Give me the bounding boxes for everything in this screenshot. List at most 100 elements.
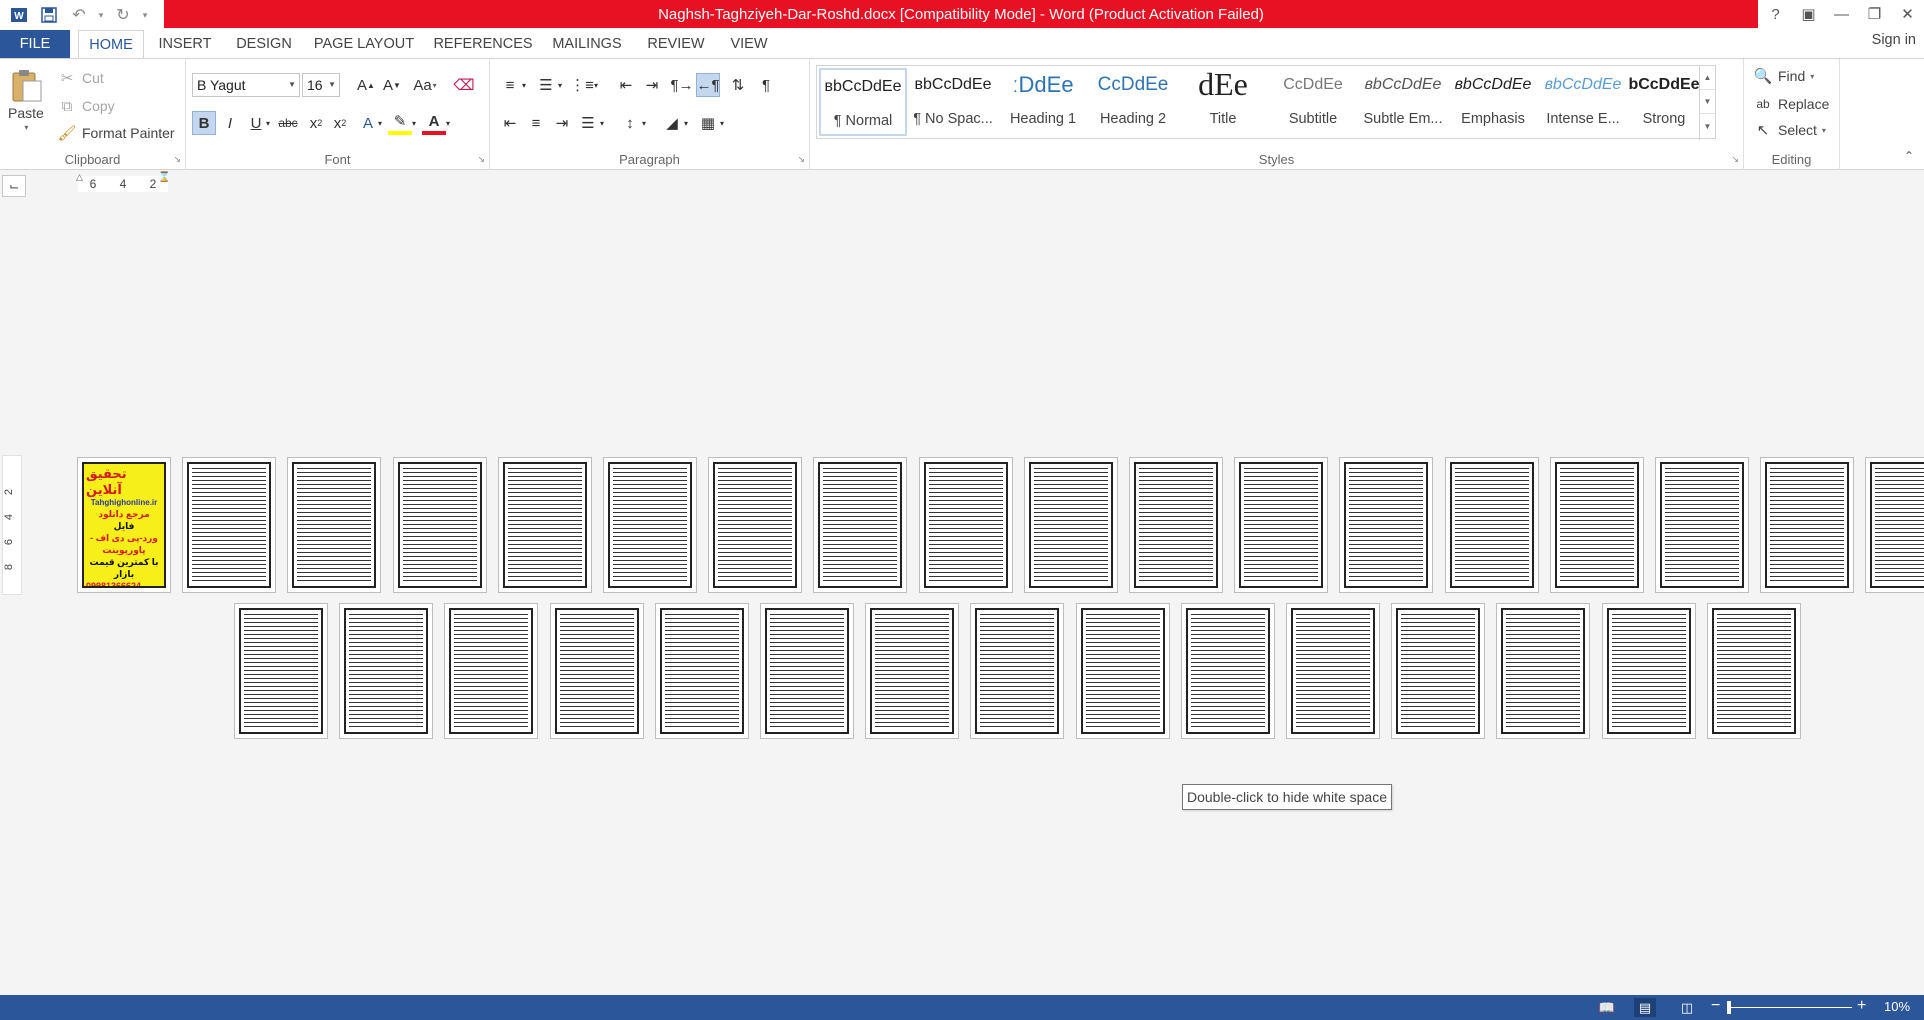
page-thumbnail[interactable] [1391,603,1485,739]
collapse-ribbon-icon[interactable]: ⌃ [1904,149,1914,163]
tab-insert[interactable]: INSERT [152,30,218,58]
font-name-combo[interactable]: B Yagut ▼ [192,73,300,97]
style-strong[interactable]: bCcDdEe Strong [1627,68,1701,136]
change-case-button[interactable]: Aa ▾ [408,73,442,97]
style-subtitle[interactable]: CcDdEe Subtitle [1269,68,1357,136]
web-layout-icon[interactable]: ◫ [1676,998,1698,1017]
strikethrough-button[interactable]: abc [276,111,300,135]
page-thumbnail[interactable] [813,457,907,593]
font-color-dropdown-icon[interactable]: ▾ [442,111,454,135]
replace-button[interactable]: ab Replace [1752,93,1829,115]
zoom-out-icon[interactable]: − [1711,997,1720,1015]
page-thumbnail[interactable] [1602,603,1696,739]
format-painter-button[interactable]: 🖌 Format Painter [56,122,174,144]
style-heading-2[interactable]: CcDdEe Heading 2 [1089,68,1177,136]
paste-button[interactable]: Paste ▾ [8,67,44,132]
justify-dropdown-icon[interactable]: ▾ [596,111,608,135]
sign-in-link[interactable]: Sign in [1872,32,1916,48]
document-area[interactable]: تحقیق آنلاین Tahghighonline.ir مرجع دانل… [0,200,1924,995]
numbering-dropdown-icon[interactable]: ▾ [554,73,566,97]
tab-references[interactable]: REFERENCES [428,30,538,58]
page-thumbnail[interactable] [1129,457,1223,593]
style-normal[interactable]: вbCcDdEe ¶ Normal [819,68,907,136]
help-icon[interactable]: ? [1759,0,1792,28]
page-thumbnail[interactable] [1655,457,1749,593]
tab-page-layout[interactable]: PAGE LAYOUT [308,30,420,58]
cut-button[interactable]: ✂ Cut [56,67,104,89]
align-left-icon[interactable]: ⇤ [498,111,522,135]
minimize-icon[interactable]: — [1825,0,1858,28]
shrink-font-icon[interactable]: A ▼ [380,73,404,97]
tab-review[interactable]: REVIEW [638,30,714,58]
ltr-icon[interactable]: ¶→ [670,73,694,97]
rtl-icon[interactable]: ←¶ [696,73,720,97]
zoom-level[interactable]: 10% [1884,999,1910,1014]
page-thumbnail[interactable] [655,603,749,739]
page-thumbnail[interactable] [550,603,644,739]
page-thumbnail[interactable] [1707,603,1801,739]
shading-dropdown-icon[interactable]: ▾ [680,111,692,135]
page-thumbnail[interactable] [182,457,276,593]
bullets-dropdown-icon[interactable]: ▾ [518,73,530,97]
page-thumbnail[interactable] [1550,457,1644,593]
ruler-scale[interactable]: 6 4 2 [78,176,168,192]
page-thumbnail[interactable] [1286,603,1380,739]
paste-dropdown-icon[interactable]: ▾ [24,123,28,132]
bold-button[interactable]: B [192,111,216,135]
page-thumbnail[interactable] [1496,603,1590,739]
styles-launcher-icon[interactable]: ↘ [1731,154,1739,165]
style-title[interactable]: dEe Title [1179,66,1267,136]
zoom-slider[interactable] [1730,1007,1852,1008]
multilevel-dropdown-icon[interactable]: ▾ [590,73,602,97]
page-thumbnail[interactable] [1445,457,1539,593]
page-thumbnail-cover[interactable]: تحقیق آنلاین Tahghighonline.ir مرجع دانل… [77,457,171,593]
show-formatting-icon[interactable]: ¶ [754,73,778,97]
paragraph-launcher-icon[interactable]: ↘ [797,154,805,165]
print-layout-icon[interactable]: ▤ [1634,998,1656,1017]
tab-design[interactable]: DESIGN [226,30,302,58]
zoom-in-icon[interactable]: + [1857,997,1866,1015]
page-thumbnail[interactable] [444,603,538,739]
page-thumbnail[interactable] [865,603,959,739]
style-subtle-emphasis[interactable]: вbCcDdEe Subtle Em... [1359,68,1447,136]
increase-indent-icon[interactable]: ⇥ [640,73,664,97]
find-button[interactable]: 🔍 Find ▾ [1752,65,1815,87]
page-thumbnail[interactable] [919,457,1013,593]
decrease-indent-icon[interactable]: ⇤ [614,73,638,97]
find-dropdown-icon[interactable]: ▾ [1810,72,1814,81]
line-spacing-dropdown-icon[interactable]: ▾ [638,111,650,135]
subscript-button[interactable]: x2 [304,111,328,135]
word-logo-icon[interactable]: W [6,2,32,28]
undo-icon[interactable]: ↶ [66,2,92,28]
select-button[interactable]: ↖ Select ▾ [1752,119,1826,141]
page-thumbnail[interactable] [1339,457,1433,593]
page-thumbnail[interactable] [708,457,802,593]
tab-selector[interactable]: ⌙ [2,175,26,197]
italic-button[interactable]: I [218,111,242,135]
gallery-more-icon[interactable]: ▼ [1700,114,1715,138]
copy-button[interactable]: ⧉ Copy [56,95,115,117]
scroll-down-icon[interactable]: ▼ [1700,90,1715,114]
highlight-dropdown-icon[interactable]: ▾ [408,111,420,135]
page-thumbnail[interactable] [1024,457,1118,593]
underline-dropdown-icon[interactable]: ▾ [262,111,274,135]
style-no-spacing[interactable]: вbCcDdEe ¶ No Spac... [909,68,997,136]
text-effects-dropdown-icon[interactable]: ▾ [374,111,386,135]
page-thumbnail[interactable] [760,603,854,739]
redo-icon[interactable]: ↻ [110,2,136,28]
grow-font-icon[interactable]: A ▲ [354,73,378,97]
borders-dropdown-icon[interactable]: ▾ [716,111,728,135]
style-heading-1[interactable]: ːDdEe Heading 1 [999,68,1087,136]
tab-view[interactable]: VIEW [720,30,778,58]
font-size-combo[interactable]: 16 ▼ [302,73,340,97]
page-thumbnail[interactable] [970,603,1064,739]
align-center-icon[interactable]: ≡ [524,111,548,135]
save-icon[interactable] [36,2,62,28]
sort-icon[interactable]: ⇅ [726,73,750,97]
undo-dropdown-icon[interactable]: ▾ [96,2,106,28]
page-thumbnail[interactable] [498,457,592,593]
font-launcher-icon[interactable]: ↘ [477,154,485,165]
style-emphasis[interactable]: вbCcDdEe Emphasis [1449,68,1537,136]
close-icon[interactable]: ✕ [1891,0,1924,28]
scroll-up-icon[interactable]: ▲ [1700,66,1715,90]
